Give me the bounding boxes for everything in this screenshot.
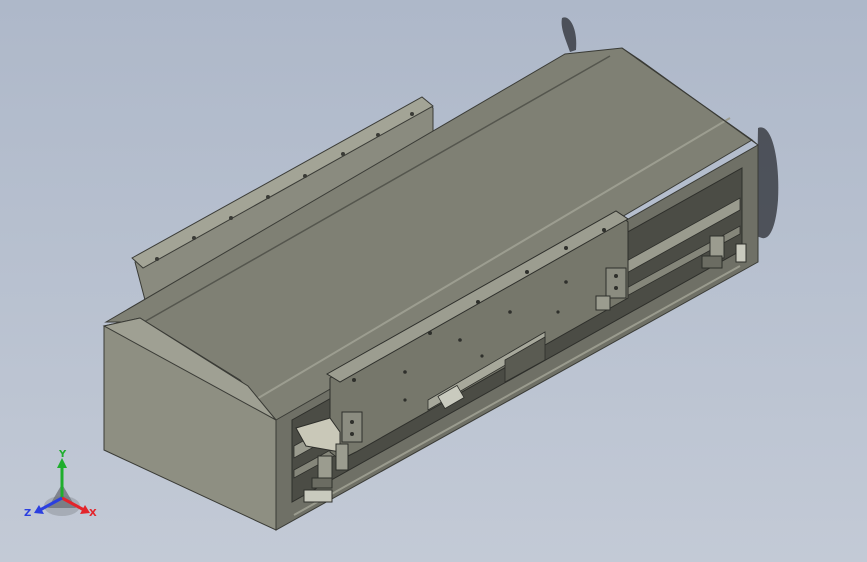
- left-bracket-bolt-2: [350, 432, 354, 436]
- left-bracket-bolt: [350, 420, 354, 424]
- y-axis-label: Y: [58, 449, 67, 460]
- orientation-triad[interactable]: Y X Z: [22, 448, 104, 524]
- x-axis-label: X: [89, 508, 97, 519]
- left-bracket-block: [341, 411, 363, 443]
- motor-shadow-side: [756, 127, 779, 239]
- left-bracket-post: [335, 443, 349, 471]
- motor-shadow-top: [561, 17, 577, 52]
- z-axis-label: Z: [24, 508, 31, 519]
- linear-actuator-model[interactable]: [0, 0, 867, 562]
- cad-viewport[interactable]: Y X Z: [0, 0, 867, 562]
